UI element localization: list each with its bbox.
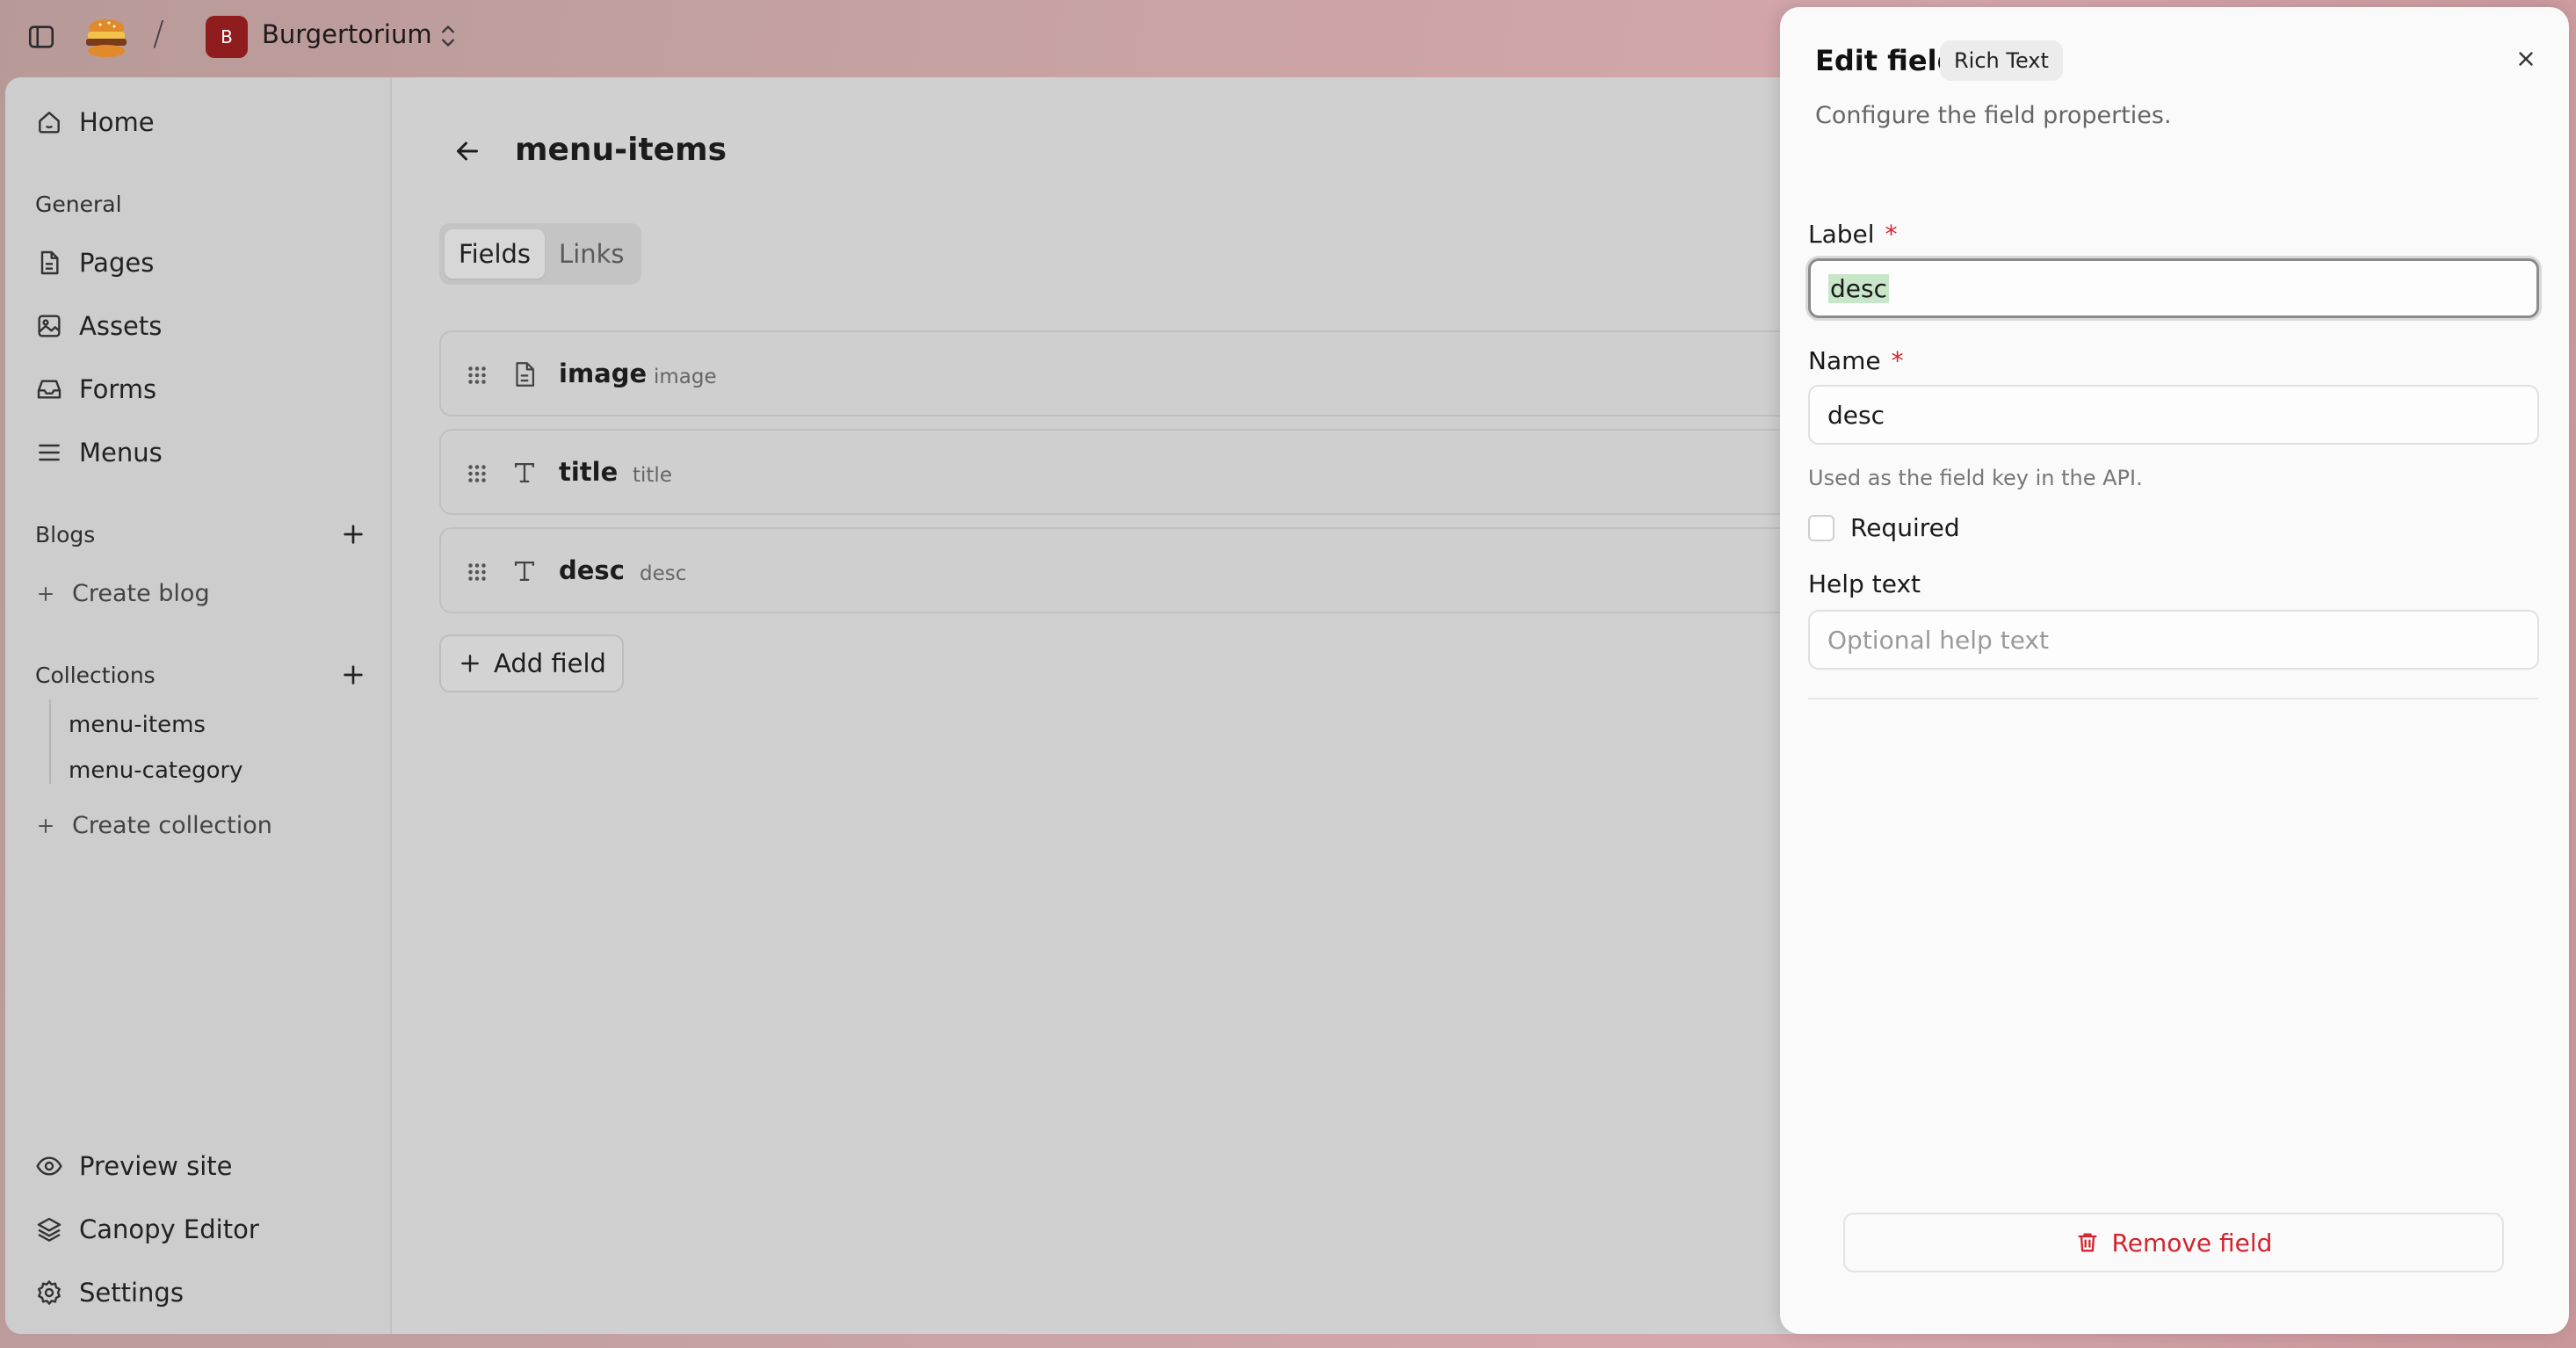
required-label: Required xyxy=(1850,513,1960,542)
create-blog-button[interactable]: Create blog xyxy=(35,580,210,607)
create-collection-button[interactable]: Create collection xyxy=(35,812,272,839)
edit-field-panel: Edit field Rich Text Configure the field… xyxy=(1780,7,2569,1334)
name-input[interactable] xyxy=(1808,385,2539,445)
sidebar-item-label: Forms xyxy=(79,374,157,404)
eye-icon xyxy=(35,1152,63,1180)
create-blog-label: Create blog xyxy=(72,580,210,607)
main-content: menu-items Fields Links image image titl… xyxy=(392,77,1859,1334)
sidebar-item-settings[interactable]: Settings xyxy=(35,1278,184,1308)
workspace-avatar[interactable]: B xyxy=(206,16,248,58)
name-hint: Used as the field key in the API. xyxy=(1808,466,2143,490)
panel-description: Configure the field properties. xyxy=(1815,102,2172,129)
chevron-up-down-icon[interactable] xyxy=(436,21,460,51)
drag-handle-icon[interactable] xyxy=(464,559,490,585)
section-general-label: General xyxy=(35,192,122,217)
sidebar-item-canopy-editor[interactable]: Canopy Editor xyxy=(35,1214,259,1244)
sidebar-item-preview-site[interactable]: Preview site xyxy=(35,1151,232,1181)
required-checkbox[interactable] xyxy=(1808,514,1834,541)
sidebar-item-pages[interactable]: Pages xyxy=(35,248,154,278)
tab-bar: Fields Links xyxy=(439,223,641,285)
panel-title: Edit field xyxy=(1815,44,1957,77)
top-bar: / B Burgertorium xyxy=(0,0,1784,74)
label-input-value: desc xyxy=(1828,273,1889,303)
field-key: title xyxy=(633,464,672,487)
required-asterisk: * xyxy=(1891,346,1904,375)
drag-handle-icon[interactable] xyxy=(464,460,490,487)
sidebar-collection-menu-category[interactable]: menu-category xyxy=(69,757,243,784)
inbox-icon xyxy=(35,375,63,403)
sidebar-item-label: Settings xyxy=(79,1278,184,1308)
required-asterisk: * xyxy=(1885,220,1898,249)
sidebar: Home General Pages Assets Forms Menus Bl… xyxy=(5,77,392,1334)
layers-icon xyxy=(35,1215,63,1243)
plus-icon xyxy=(35,583,56,605)
field-key: desc xyxy=(640,562,687,585)
label-field-label-text: Label xyxy=(1808,220,1875,249)
trash-icon xyxy=(2075,1230,2100,1255)
drag-handle-icon[interactable] xyxy=(464,362,490,388)
menu-lines-icon xyxy=(35,438,63,467)
sidebar-item-home[interactable]: Home xyxy=(35,107,155,137)
field-name: desc xyxy=(559,555,625,585)
help-text-label: Help text xyxy=(1808,569,1921,598)
file-icon xyxy=(510,359,539,390)
sidebar-item-label: Home xyxy=(79,107,155,137)
section-blogs-label: Blogs xyxy=(35,522,96,547)
add-field-button[interactable]: Add field xyxy=(439,634,624,692)
image-icon xyxy=(35,312,63,340)
sidebar-item-menus[interactable]: Menus xyxy=(35,438,163,467)
name-field-label-text: Name xyxy=(1808,346,1881,375)
section-collections-label: Collections xyxy=(35,663,156,688)
back-arrow-icon[interactable] xyxy=(452,135,483,167)
text-type-icon xyxy=(510,457,539,489)
panel-divider xyxy=(1808,698,2539,699)
plus-icon xyxy=(35,815,56,837)
tab-links[interactable]: Links xyxy=(545,229,639,279)
sidebar-item-label: Pages xyxy=(79,248,155,278)
label-input[interactable]: desc xyxy=(1808,258,2539,318)
sidebar-item-forms[interactable]: Forms xyxy=(35,374,156,404)
field-name: title xyxy=(559,457,619,487)
sidebar-toggle-icon[interactable] xyxy=(26,22,56,52)
home-icon xyxy=(35,108,63,136)
close-icon[interactable] xyxy=(2514,47,2537,70)
remove-field-button[interactable]: Remove field xyxy=(1843,1213,2504,1272)
label-field-label: Label * xyxy=(1808,220,1898,249)
brand-logo[interactable] xyxy=(81,16,132,60)
sidebar-item-assets[interactable]: Assets xyxy=(35,311,162,341)
file-icon xyxy=(35,249,63,277)
app-shell: Home General Pages Assets Forms Menus Bl… xyxy=(5,77,1859,1334)
field-row-title[interactable]: title title xyxy=(439,429,1859,515)
create-collection-label: Create collection xyxy=(72,812,272,839)
add-blog-plus-icon[interactable] xyxy=(339,520,367,548)
page-title: menu-items xyxy=(515,132,727,168)
add-field-label: Add field xyxy=(494,649,606,678)
tab-fields[interactable]: Fields xyxy=(445,229,546,279)
sidebar-item-label: Assets xyxy=(79,311,163,341)
gear-icon xyxy=(35,1279,63,1307)
sidebar-item-label: Preview site xyxy=(79,1151,233,1181)
field-type-badge: Rich Text xyxy=(1940,40,2063,81)
field-name: image xyxy=(559,359,648,388)
plus-icon xyxy=(459,652,481,675)
sidebar-item-label: Menus xyxy=(79,438,163,467)
field-key: image xyxy=(654,366,717,388)
help-text-input[interactable] xyxy=(1808,610,2539,670)
workspace-name[interactable]: Burgertorium xyxy=(262,19,432,49)
collection-tree-line xyxy=(49,699,51,784)
breadcrumb-separator: / xyxy=(153,14,164,53)
required-toggle[interactable]: Required xyxy=(1808,513,1960,542)
sidebar-collection-menu-items[interactable]: menu-items xyxy=(69,712,206,738)
field-row-image[interactable]: image image xyxy=(439,330,1859,417)
add-collection-plus-icon[interactable] xyxy=(339,661,367,689)
text-type-icon xyxy=(510,555,539,587)
name-field-label: Name * xyxy=(1808,346,1904,375)
sidebar-item-label: Canopy Editor xyxy=(79,1214,259,1244)
field-row-desc[interactable]: desc desc xyxy=(439,527,1859,613)
remove-field-label: Remove field xyxy=(2111,1228,2273,1257)
